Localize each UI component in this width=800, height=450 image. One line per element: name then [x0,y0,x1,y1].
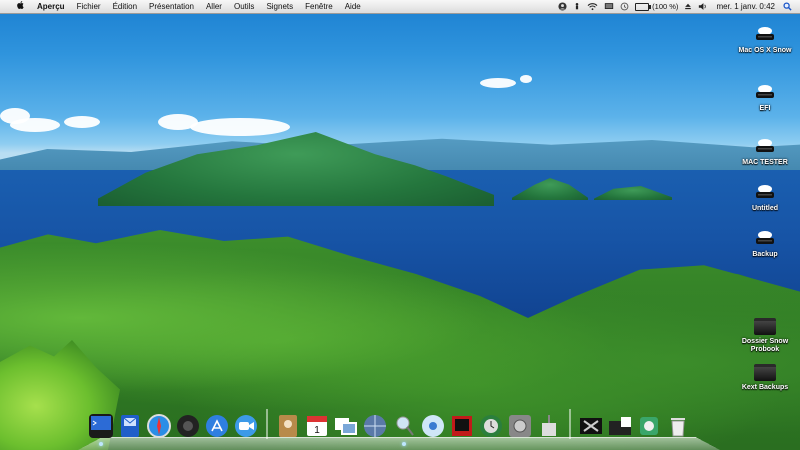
menu-fenetre[interactable]: Fenêtre [299,0,339,13]
menu-aller[interactable]: Aller [200,0,228,13]
systemprefs-icon [509,415,531,437]
dock-contacts[interactable] [275,413,301,439]
dock: 1 [78,407,720,450]
appstore-icon [206,415,228,437]
dock-utility[interactable] [536,413,562,439]
desktop-icon-label: MAC TESTER [742,159,788,166]
dock-calendar[interactable]: 1 [304,413,330,439]
folder-stack-icon [609,417,631,435]
preview-icon [396,416,414,436]
battery-icon [635,2,652,11]
desktop-wallpaper [0,0,800,450]
wifi-icon[interactable] [587,2,598,11]
dock-systemprefs[interactable] [507,413,533,439]
cloud [64,116,100,128]
itunes-icon [422,415,444,437]
menubar-clock[interactable]: mer. 1 janv. 0:42 [714,0,777,13]
desktop-icon-label: Untitled [751,205,779,212]
timemachine-icon [480,415,502,437]
dock-frontrow[interactable] [175,413,201,439]
desktop-icon-label: Backup [752,251,778,258]
dock-separator [266,409,268,439]
apple-menu[interactable] [10,0,31,13]
desktop-icon-mac-tester[interactable]: MAC TESTER [730,138,800,167]
cloud [520,75,532,83]
menu-signets[interactable]: Signets [260,0,299,13]
dock-mail[interactable] [117,413,143,439]
menu-bar: Aperçu Fichier Édition Présentation Alle… [0,0,800,14]
user-icon[interactable] [558,2,567,11]
person-icon[interactable] [573,2,581,11]
dock-finder[interactable] [88,413,114,446]
drive-icon [756,185,774,198]
desktop-icon-backup[interactable]: Backup [730,230,800,259]
running-indicator [99,442,103,446]
folder-icon [754,364,776,381]
dock-trash[interactable] [665,413,691,439]
cloud [10,118,60,132]
dock-separator [569,409,571,439]
desktop-icon-label: Dossier Snow Probook [741,338,789,353]
eject-icon[interactable] [684,2,692,11]
desktop-icon-label: Kext Backups [741,384,789,391]
dock-facetime[interactable] [233,413,259,439]
dock-photos[interactable] [333,413,359,439]
battery-status[interactable]: (100 %) [635,2,678,11]
dock-itunes[interactable] [420,413,446,439]
dock-network[interactable] [362,413,388,439]
apple-icon [17,1,24,9]
spotlight-icon[interactable] [783,2,792,11]
dock-photobooth[interactable] [449,413,475,439]
volume-icon[interactable] [698,2,708,11]
folder-icon [754,318,776,335]
menu-presentation[interactable]: Présentation [143,0,200,13]
dock-preview[interactable] [391,413,417,446]
dock-appstore[interactable] [204,413,230,439]
battery-percent: (100 %) [652,2,679,11]
dock-timemachine[interactable] [478,413,504,439]
safari-icon [147,414,171,438]
menu-aide[interactable]: Aide [339,0,367,13]
facetime-icon [235,415,257,437]
desktop-icon-kext-backups[interactable]: Kext Backups [730,364,800,392]
cloud [480,78,516,88]
photos-icon [335,418,357,435]
app-menu-apercu[interactable]: Aperçu [31,0,71,13]
menu-fichier[interactable]: Fichier [71,0,107,13]
dock-safari[interactable] [146,413,172,439]
drive-icon [756,139,774,152]
x11-icon [580,418,602,434]
utility-icon [542,415,556,436]
running-indicator [402,442,406,446]
dock-x11[interactable] [578,413,604,439]
menu-outils[interactable]: Outils [228,0,260,13]
desktop-icon-label: Mac OS X Snow [738,47,792,54]
trash-icon [671,418,685,437]
calendar-icon: 1 [307,416,327,436]
drive-icon [756,231,774,244]
dock-folder-stack[interactable] [607,413,633,439]
drive-icon [756,85,774,98]
dock-applications-stack[interactable] [636,413,662,439]
desktop-icon-dossier-snow-probook[interactable]: Dossier Snow Probook [730,318,800,354]
desktop-icon-untitled[interactable]: Untitled [730,184,800,213]
display-icon[interactable] [604,2,614,11]
applications-stack-icon [640,417,658,435]
mail-icon [121,415,139,437]
desktop-icon-label: EFI [759,105,771,112]
photobooth-icon [452,416,472,436]
drive-icon [756,27,774,40]
network-icon [364,415,386,437]
menu-edition[interactable]: Édition [107,0,143,13]
cloud [190,118,290,136]
desktop-icon-mac-os-x-snow[interactable]: Mac OS X Snow [730,26,800,55]
svg-text:1: 1 [314,425,320,436]
time-machine-icon[interactable] [620,2,629,11]
contacts-icon [279,415,297,437]
dock-shelf [78,437,720,450]
desktop-icon-efi[interactable]: EFI [730,84,800,113]
frontrow-icon [177,415,199,437]
finder-icon [89,414,113,438]
